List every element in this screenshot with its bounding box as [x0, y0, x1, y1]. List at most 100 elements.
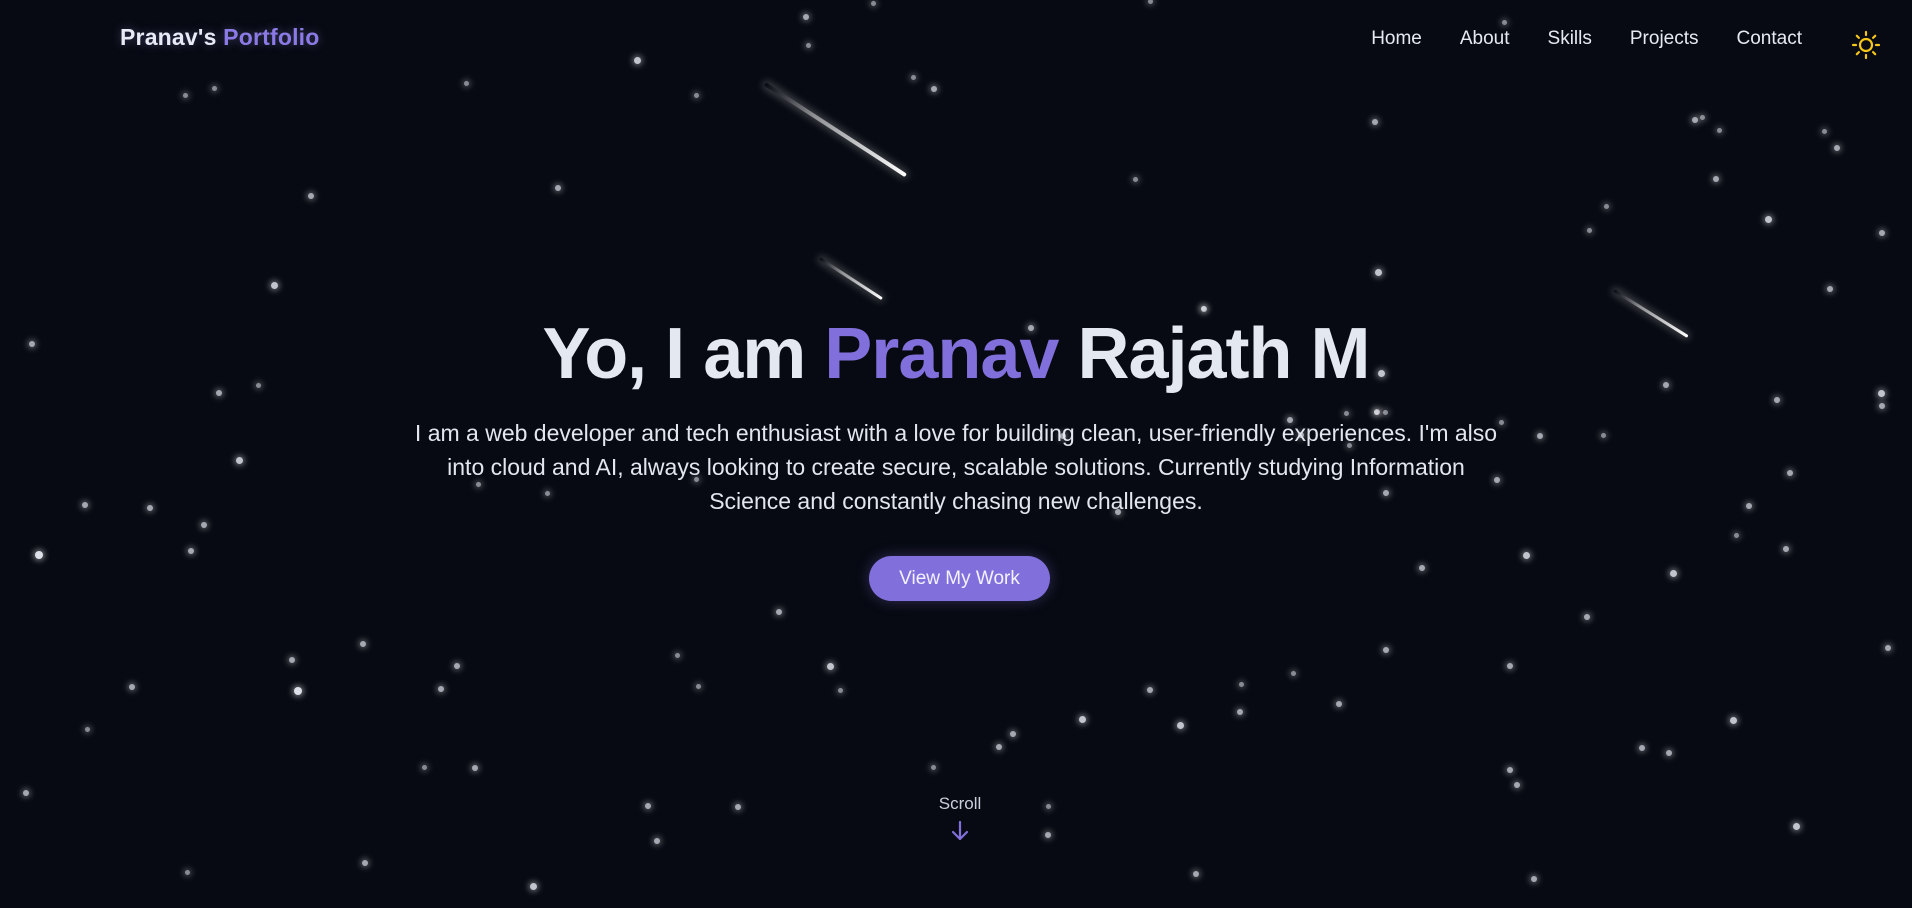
site-logo[interactable]: Pranav's Portfolio — [120, 24, 320, 51]
nav-link-contact[interactable]: Contact — [1737, 28, 1802, 50]
star-dot — [182, 92, 188, 98]
scroll-indicator[interactable]: Scroll — [906, 794, 1014, 842]
star-dot — [201, 522, 207, 528]
star-dot — [996, 744, 1002, 750]
star-dot — [1586, 227, 1592, 233]
star-dot — [1336, 701, 1342, 707]
star-dot — [1147, 687, 1153, 693]
star-dot — [1666, 750, 1672, 756]
star-dot — [1507, 663, 1513, 669]
star-dot — [1176, 721, 1184, 729]
star-dot — [1045, 803, 1051, 809]
star-dot — [654, 838, 660, 844]
star-dot — [1193, 871, 1199, 877]
star-dot — [438, 686, 444, 692]
star-dot — [930, 764, 936, 770]
star-dot — [695, 683, 701, 689]
nav-link-projects[interactable]: Projects — [1630, 28, 1699, 50]
star-dot — [1692, 117, 1698, 123]
star-dot — [735, 804, 741, 810]
star-dot — [362, 860, 368, 866]
star-dot — [1639, 745, 1645, 751]
star-dot — [1713, 176, 1719, 182]
hero-title-suffix: Rajath M — [1077, 314, 1370, 394]
star-dot — [674, 652, 680, 658]
star-dot — [1010, 731, 1016, 737]
star-dot — [1537, 433, 1543, 439]
star-dot — [308, 193, 314, 199]
star-dot — [289, 657, 295, 663]
hero-description: I am a web developer and tech enthusiast… — [414, 420, 1498, 514]
star-dot — [1343, 410, 1349, 416]
star-dot — [1419, 565, 1425, 571]
nav-link-about[interactable]: About — [1460, 28, 1510, 50]
view-my-work-button[interactable]: View My Work — [869, 556, 1050, 601]
logo-accent: Portfolio — [223, 24, 320, 50]
star-dot — [1078, 715, 1086, 723]
star-dot — [294, 687, 302, 695]
star-dot — [1374, 268, 1382, 276]
nav-link-skills[interactable]: Skills — [1548, 28, 1592, 50]
star-dot — [1132, 176, 1138, 182]
star-dot — [1382, 409, 1388, 415]
star-dot — [1834, 145, 1840, 151]
star-dot — [1383, 647, 1389, 653]
scroll-label: Scroll — [938, 794, 982, 813]
star-dot — [1522, 551, 1530, 559]
nav-link-home[interactable]: Home — [1371, 28, 1422, 50]
theme-toggle-button[interactable] — [1851, 30, 1881, 60]
star-dot — [1290, 670, 1296, 676]
star-dot — [1507, 767, 1513, 773]
star-dot — [931, 86, 937, 92]
shooting-star — [763, 82, 907, 178]
star-dot — [421, 764, 427, 770]
star-dot — [1787, 470, 1793, 476]
star-dot — [1603, 203, 1609, 209]
star-dot — [776, 609, 782, 615]
star-dot — [1792, 822, 1800, 830]
star-dot — [1514, 782, 1520, 788]
hero-title-accent: Pranav — [824, 314, 1059, 394]
star-dot — [1746, 503, 1752, 509]
star-dot — [1764, 215, 1772, 223]
sun-icon — [1851, 30, 1881, 60]
star-dot — [555, 185, 561, 191]
star-dot — [826, 662, 834, 670]
star-dot — [1699, 114, 1705, 120]
star-dot — [472, 765, 478, 771]
star-dot — [1729, 716, 1737, 724]
star-dot — [84, 726, 90, 732]
star-dot — [1237, 709, 1243, 715]
star-dot — [235, 456, 243, 464]
star-dot — [1733, 532, 1739, 538]
star-dot — [129, 684, 135, 690]
star-dot — [35, 551, 43, 559]
hero-title: Yo, I am Pranav Rajath M — [0, 308, 1912, 400]
star-dot — [211, 85, 217, 91]
star-dot — [529, 882, 537, 890]
star-dot — [693, 92, 699, 98]
star-dot — [454, 663, 460, 669]
star-dot — [1373, 409, 1379, 415]
shooting-star — [819, 257, 883, 301]
star-dot — [1879, 403, 1885, 409]
star-dot — [1716, 127, 1722, 133]
hero-title-prefix: Yo, I am — [542, 314, 807, 394]
star-dot — [147, 505, 153, 511]
star-dot — [360, 641, 366, 647]
star-dot — [1885, 645, 1891, 651]
star-dot — [184, 869, 190, 875]
arrow-down-icon — [951, 820, 969, 841]
star-dot — [1372, 119, 1378, 125]
star-dot — [82, 502, 88, 508]
star-dot — [837, 687, 843, 693]
star-dot — [1821, 128, 1827, 134]
star-dot — [1531, 876, 1537, 882]
star-dot — [188, 548, 194, 554]
star-dot — [1669, 569, 1677, 577]
star-dot — [270, 281, 278, 289]
star-dot — [645, 803, 651, 809]
main-nav: Home About Skills Projects Contact — [1371, 28, 1802, 50]
star-dot — [1584, 614, 1590, 620]
site-header: Pranav's Portfolio Home About Skills Pro… — [0, 0, 1912, 82]
